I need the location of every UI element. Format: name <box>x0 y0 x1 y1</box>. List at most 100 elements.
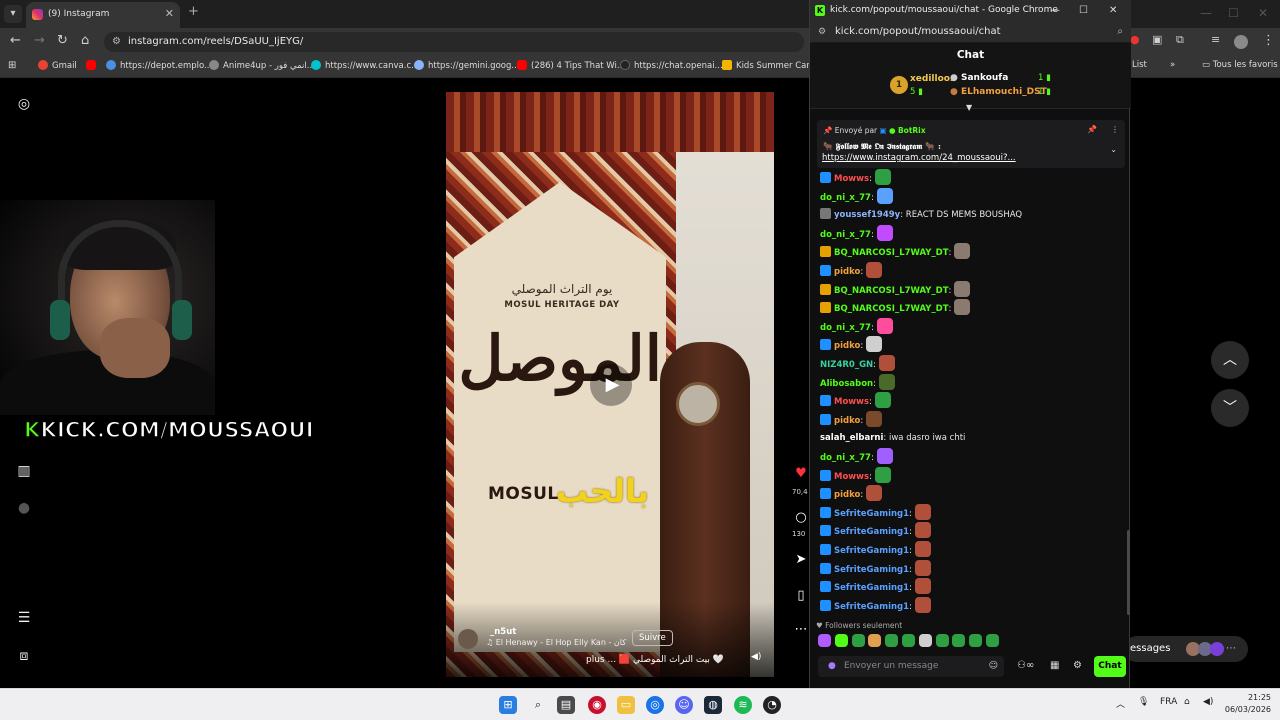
quick-emote-icon[interactable] <box>918 634 932 647</box>
chat-message[interactable]: Mowws: <box>820 392 891 410</box>
extension-icon[interactable]: ● <box>1130 33 1140 46</box>
bookmark-item[interactable]: https://chat.openai.... <box>620 60 725 71</box>
all-favorites-folder[interactable]: ▭ Tous les favoris <box>1202 60 1278 70</box>
store-icon[interactable]: ▦ <box>1050 660 1059 671</box>
more-options-icon[interactable]: ⋯ <box>792 622 810 637</box>
bookmarks-overflow-icon[interactable]: » <box>1170 60 1175 70</box>
chat-message[interactable]: do_ni_x_77: <box>820 224 893 243</box>
microphone-tray-icon[interactable]: 🎙 <box>1138 697 1149 707</box>
chat-message[interactable]: do_ni_x_77: <box>820 317 893 336</box>
quick-emote-icon[interactable] <box>868 634 882 647</box>
chat-username[interactable]: do_ni_x_77 <box>820 230 871 240</box>
share-icon[interactable]: ➤ <box>792 552 810 567</box>
menu-kebab-icon[interactable]: ⋮ <box>1262 33 1275 48</box>
chat-address-bar[interactable]: ⚙ kick.com/popout/moussaoui/chat ⌕ <box>810 21 1131 43</box>
chat-message[interactable]: pidko: <box>820 410 883 429</box>
chat-username[interactable]: BQ_NARCOSI_L7WAY_DT <box>834 248 949 258</box>
steam-icon[interactable]: ◍ <box>704 696 722 714</box>
quick-emote-icon[interactable] <box>969 634 983 647</box>
chat-scrollbar[interactable] <box>1127 530 1130 615</box>
maximize-icon[interactable]: ☐ <box>1079 0 1088 21</box>
messages-drawer[interactable]: essages ⋯ <box>1124 636 1248 662</box>
chat-username[interactable]: SefriteGaming1 <box>834 602 909 612</box>
extension-icon[interactable]: ▣ <box>1152 33 1162 46</box>
start-icon[interactable]: ⊞ <box>499 696 517 714</box>
chat-username[interactable]: do_ni_x_77 <box>820 193 871 203</box>
chat-username[interactable]: SefriteGaming1 <box>834 546 909 556</box>
chat-username[interactable]: Mowws <box>834 472 869 482</box>
chat-message[interactable]: SefriteGaming1: <box>820 522 931 540</box>
taskbar-clock[interactable]: 21:25 06/03/2026 <box>1221 692 1271 716</box>
tab-close-icon[interactable]: ✕ <box>165 2 174 26</box>
author-avatar[interactable] <box>458 629 478 649</box>
tab-instagram[interactable]: (9) Instagram ✕ <box>26 2 180 28</box>
bookmark-list[interactable]: List <box>1132 60 1147 70</box>
more-menu-icon[interactable]: ☰ <box>16 610 32 626</box>
send-chat-button[interactable]: Chat <box>1094 656 1126 677</box>
chat-window-titlebar[interactable]: K kick.com/popout/moussaoui/chat - Googl… <box>810 0 1131 21</box>
microphone-icon[interactable]: ● <box>828 656 836 677</box>
bookmark-item[interactable]: https://gemini.goog... <box>414 60 519 71</box>
address-bar[interactable]: ⚙ instagram.com/reels/DSaUU_IjEYG/ <box>104 32 804 52</box>
chat-message[interactable]: BQ_NARCOSI_L7WAY_DT: <box>820 280 971 299</box>
chat-username[interactable]: SefriteGaming1 <box>834 527 909 537</box>
app-icon[interactable]: ◉ <box>588 696 606 714</box>
quick-emote-icon[interactable] <box>885 634 899 647</box>
chat-username[interactable]: Mowws <box>834 174 869 184</box>
settings-gear-icon[interactable]: ⚙ <box>1073 660 1082 671</box>
chat-username[interactable]: SefriteGaming1 <box>834 565 909 575</box>
mute-icon[interactable]: ◀) <box>751 652 761 662</box>
next-reel-button[interactable]: ﹀ <box>1211 389 1249 427</box>
tab-search-button[interactable]: ▾ <box>4 5 22 23</box>
task-view-icon[interactable]: ▤ <box>557 696 575 714</box>
quick-emote-icon[interactable] <box>902 634 915 647</box>
discord-icon[interactable]: ☺ <box>675 696 693 714</box>
spotify-icon[interactable]: ≋ <box>734 696 752 714</box>
previous-reel-button[interactable]: ︿ <box>1211 341 1249 379</box>
leaderboard-name[interactable]: ● Sankoufa <box>950 73 1008 83</box>
chat-username[interactable]: SefriteGaming1 <box>834 509 909 519</box>
save-icon[interactable]: ▯ <box>792 588 810 603</box>
bookmark-item[interactable]: https://www.canva.c... <box>311 60 419 71</box>
also-from-meta-icon[interactable]: ⧈ <box>16 648 32 664</box>
chat-username[interactable]: SefriteGaming1 <box>834 583 909 593</box>
play-icon[interactable]: ▶ <box>590 364 632 406</box>
site-info-icon[interactable]: ⚙ <box>818 21 826 43</box>
leaderboard-name[interactable]: ● ELhamouchi_DST <box>950 87 1047 97</box>
search-icon[interactable]: ⌕ <box>529 696 547 714</box>
dashboard-icon[interactable]: ▥ <box>16 463 32 479</box>
bookmark-item[interactable]: (286) 4 Tips That Wi... <box>517 60 625 71</box>
chat-username[interactable]: pidko <box>834 267 860 277</box>
pinned-link[interactable]: https://www.instagram.com/24_moussaoui?.… <box>822 153 1016 163</box>
chat-message[interactable]: Mowws: <box>820 169 891 187</box>
home-icon[interactable]: ⌂ <box>81 33 89 48</box>
chat-message-input[interactable]: ● Envoyer un message ☺ <box>818 656 1004 677</box>
quick-emote-icon[interactable] <box>935 634 949 647</box>
search-icon[interactable]: ⌕ <box>1117 21 1123 43</box>
more-options-icon[interactable]: ⋮ <box>1111 125 1119 134</box>
chat-username[interactable]: salah_elbarni <box>820 433 883 443</box>
channel-points-icon[interactable]: ⚇∞ <box>1017 660 1034 671</box>
chat-message[interactable]: BQ_NARCOSI_L7WAY_DT: <box>820 299 971 317</box>
comment-icon[interactable]: ○ <box>792 510 810 525</box>
extensions-puzzle-icon[interactable]: ⧉ <box>1176 33 1184 47</box>
reel-audio[interactable]: ♫ El Henawy - El Hop Elly Kan - كان <box>486 638 626 647</box>
chat-message[interactable]: salah_elbarni: iwa dasro iwa chti <box>820 429 965 447</box>
network-icon[interactable]: ⌂ <box>1184 697 1190 707</box>
chat-message[interactable]: SefriteGaming1: <box>820 559 931 578</box>
chat-username[interactable]: do_ni_x_77 <box>820 453 871 463</box>
bg-maximize-icon[interactable]: ☐ <box>1228 6 1239 20</box>
chat-message[interactable]: do_ni_x_77: <box>820 187 893 206</box>
bg-close-icon[interactable]: ✕ <box>1258 6 1268 20</box>
chat-message[interactable]: SefriteGaming1: <box>820 541 931 559</box>
follow-button[interactable]: Suivre <box>632 630 673 646</box>
profile-icon[interactable]: ● <box>16 500 32 516</box>
bookmark-item[interactable]: https://depot.emplo... <box>106 60 212 71</box>
back-icon[interactable]: ← <box>10 33 21 48</box>
chat-username[interactable]: youssef1949y <box>834 210 900 220</box>
reel-description[interactable]: plus ... 🟥 بيت التراث الموصلي 🤍 <box>586 655 724 665</box>
chat-username[interactable]: BQ_NARCOSI_L7WAY_DT <box>834 304 949 314</box>
chat-message[interactable]: pidko: <box>820 336 883 354</box>
bookmark-item[interactable]: Gmail <box>38 60 77 71</box>
apps-grid-icon[interactable]: ⊞ <box>8 60 16 71</box>
